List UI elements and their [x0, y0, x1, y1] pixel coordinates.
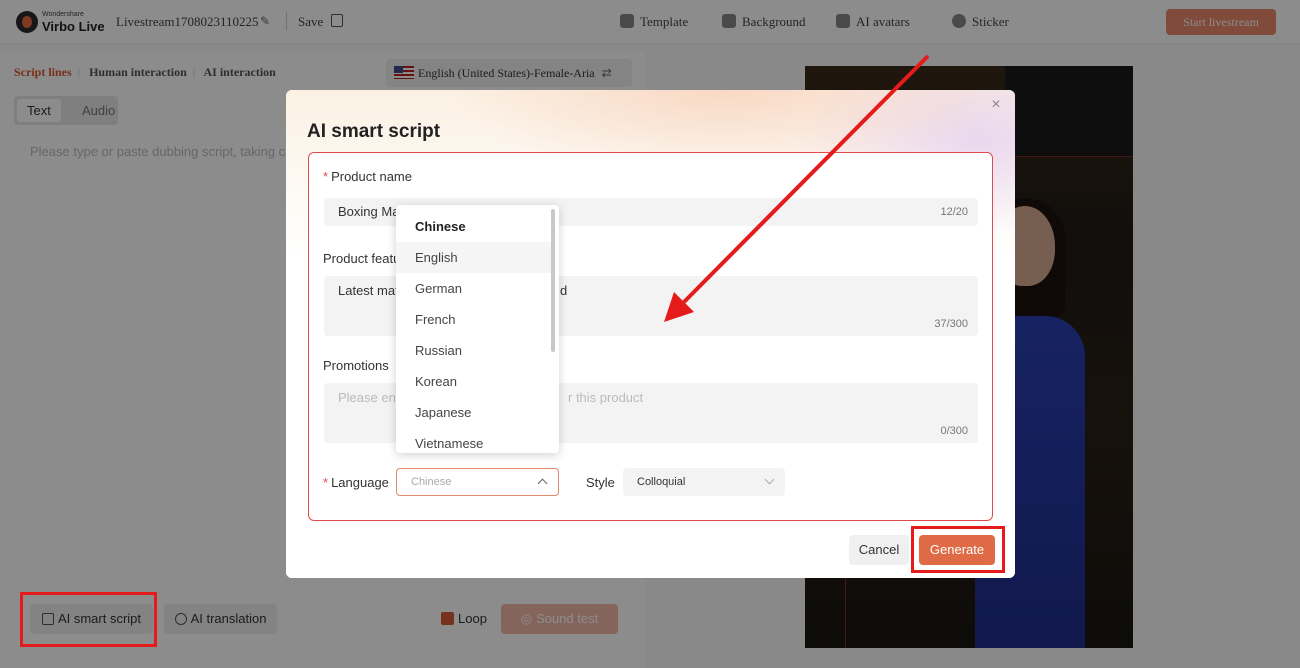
annotation-arrow — [664, 54, 930, 322]
arrow-shaft — [682, 54, 930, 304]
